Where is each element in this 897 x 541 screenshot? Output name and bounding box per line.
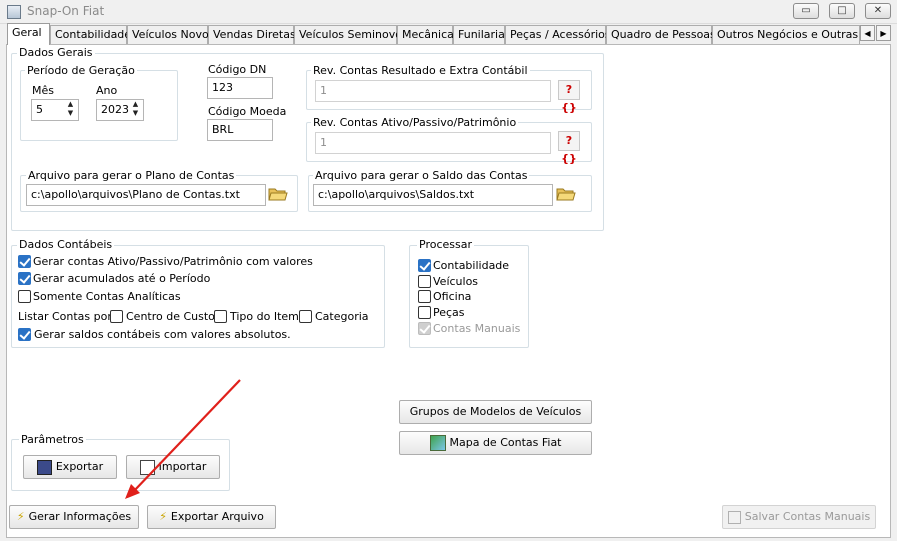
arquivo-plano-label: Arquivo para gerar o Plano de Contas [26, 169, 237, 182]
tipo-item-checkbox[interactable] [214, 310, 227, 323]
rev-ativo-field[interactable]: 1 [315, 132, 551, 154]
lightning-icon: ⚡ [16, 510, 25, 523]
somente-analiticas-label: Somente Contas Analíticas [33, 290, 181, 303]
saldos-absolutos-checkbox[interactable] [18, 328, 31, 341]
arquivo-saldo-label: Arquivo para gerar o Saldo das Contas [313, 169, 530, 182]
exportar-arquivo-button[interactable]: ⚡ Exportar Arquivo [147, 505, 276, 529]
lightning-icon: ⚡ [159, 510, 167, 523]
rev-resultado-field[interactable]: 1 [315, 80, 551, 102]
parametros-label: Parâmetros [19, 433, 86, 446]
title-bar [0, 0, 897, 24]
contabilidade-label: Contabilidade [433, 259, 510, 272]
tab-quadro-pessoas[interactable]: Quadro de Pessoas [606, 25, 716, 44]
mes-field[interactable]: 5 ▲ ▼ [31, 99, 79, 121]
veiculos-label: Veículos [433, 275, 479, 288]
dados-gerais-label: Dados Gerais [17, 46, 95, 59]
somente-analiticas-checkbox[interactable] [18, 290, 31, 303]
tab-scroll-left-icon[interactable]: ◀ [860, 25, 875, 41]
gerar-contas-checkbox[interactable] [18, 255, 31, 268]
tab-scroll-right-icon[interactable]: ▶ [876, 25, 891, 41]
arquivo-plano-field[interactable]: c:\apollo\arquivos\Plano de Contas.txt [26, 184, 266, 206]
tab-outros-negocios[interactable]: Outros Negócios e Outras Mar [712, 25, 860, 44]
veiculos-checkbox[interactable] [418, 275, 431, 288]
tab-pecas-acessorios[interactable]: Peças / Acessórios [505, 25, 611, 44]
gerar-acumulados-checkbox[interactable] [18, 272, 31, 285]
importar-label: Importar [158, 460, 207, 473]
dados-contabeis-label: Dados Contábeis [17, 238, 115, 251]
mes-label: Mês [32, 84, 54, 97]
rev-resultado-label: Rev. Contas Resultado e Extra Contábil [311, 64, 530, 77]
help-search-icon[interactable]: ?{} [558, 80, 580, 114]
tab-contabilidade[interactable]: Contabilidade [50, 25, 131, 44]
import-icon [139, 459, 155, 475]
periodo-label: Período de Geração [25, 64, 137, 77]
codigo-dn-field[interactable]: 123 [207, 77, 273, 99]
grupos-modelos-button[interactable]: Grupos de Modelos de Veículos [399, 400, 592, 424]
tipo-item-label: Tipo do Item [230, 310, 299, 323]
gerar-informacoes-button[interactable]: ⚡ Gerar Informações [9, 505, 139, 529]
app-icon [7, 5, 21, 19]
codigo-moeda-label: Código Moeda [208, 105, 287, 118]
exportar-label: Exportar [55, 460, 104, 473]
arquivo-saldo-field[interactable]: c:\apollo\arquivos\Saldos.txt [313, 184, 553, 206]
salvar-manuais-button: Salvar Contas Manuais [722, 505, 876, 529]
tab-veiculos-seminovos[interactable]: Veículos Seminovos [294, 25, 408, 44]
contabilidade-checkbox[interactable] [418, 259, 431, 272]
tab-geral[interactable]: Geral [7, 23, 50, 45]
exportar-arquivo-label: Exportar Arquivo [170, 510, 264, 523]
ano-spinner-icon[interactable]: ▲ ▼ [128, 100, 143, 120]
processar-label: Processar [417, 238, 474, 251]
categoria-checkbox[interactable] [299, 310, 312, 323]
save-icon [36, 459, 52, 475]
window-title: Snap-On Fiat [27, 4, 105, 18]
pecas-label: Peças [433, 306, 465, 319]
oficina-label: Oficina [433, 290, 472, 303]
categoria-label: Categoria [315, 310, 369, 323]
tab-funilaria[interactable]: Funilaria [453, 25, 505, 44]
mapa-contas-button[interactable]: Mapa de Contas Fiat [399, 431, 592, 455]
minimize-button[interactable]: ▭ [793, 3, 819, 19]
save-icon [727, 510, 741, 524]
tab-mecanica[interactable]: Mecânica [397, 25, 454, 44]
codigo-moeda-field[interactable]: BRL [207, 119, 273, 141]
listar-contas-label: Listar Contas por: [18, 310, 116, 323]
map-icon [429, 435, 446, 451]
close-button[interactable]: ✕ [865, 3, 891, 19]
tab-vendas-diretas[interactable]: Vendas Diretas [208, 25, 296, 44]
pecas-checkbox[interactable] [418, 306, 431, 319]
ano-value: 2023 [101, 103, 129, 116]
gerar-acumulados-label: Gerar acumulados até o Período [33, 272, 211, 285]
tab-veiculos-novos[interactable]: Veículos Novos [127, 25, 214, 44]
oficina-checkbox[interactable] [418, 290, 431, 303]
exportar-button[interactable]: Exportar [23, 455, 117, 479]
mapa-contas-label: Mapa de Contas Fiat [449, 436, 562, 449]
ano-field[interactable]: 2023 ▲ ▼ [96, 99, 144, 121]
help-search-icon[interactable]: ?{} [558, 131, 580, 165]
centro-custo-label: Centro de Custo [126, 310, 215, 323]
mes-spinner-icon[interactable]: ▲ ▼ [63, 100, 78, 120]
centro-custo-checkbox[interactable] [110, 310, 123, 323]
ano-label: Ano [96, 84, 118, 97]
codigo-dn-label: Código DN [208, 63, 267, 76]
gerar-contas-label: Gerar contas Ativo/Passivo/Patrimônio co… [33, 255, 313, 268]
gerar-informacoes-label: Gerar Informações [28, 510, 132, 523]
salvar-manuais-label: Salvar Contas Manuais [744, 510, 871, 523]
saldos-absolutos-label: Gerar saldos contábeis com valores absol… [34, 328, 291, 341]
maximize-button[interactable]: □ [829, 3, 855, 19]
contas-manuais-checkbox [418, 322, 431, 335]
contas-manuais-label: Contas Manuais [433, 322, 521, 335]
importar-button[interactable]: Importar [126, 455, 220, 479]
rev-ativo-label: Rev. Contas Ativo/Passivo/Patrimônio [311, 116, 519, 129]
mes-value: 5 [36, 103, 43, 116]
folder-open-icon[interactable] [268, 186, 288, 202]
folder-open-icon[interactable] [556, 186, 576, 202]
